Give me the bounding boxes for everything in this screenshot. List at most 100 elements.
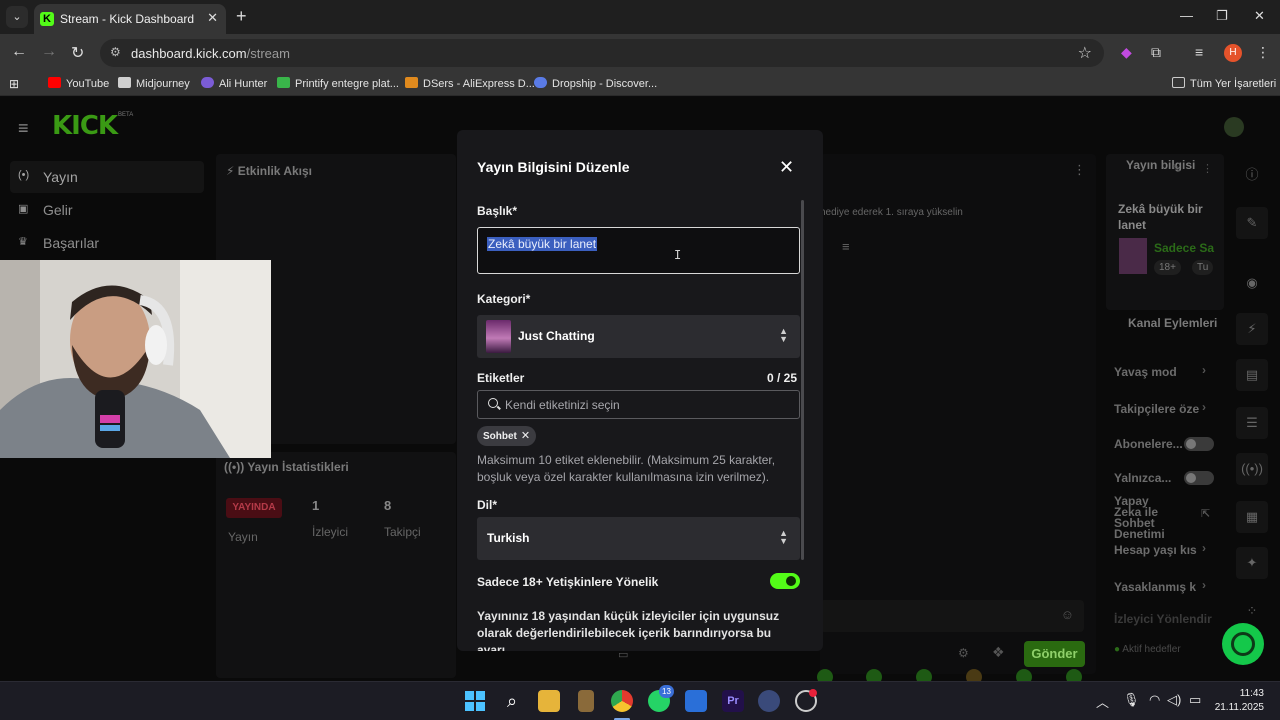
obs-icon[interactable] [758, 690, 780, 712]
stream-stats-panel: ((•)) Yayın İstatistikleri [216, 452, 456, 678]
action-subscribers-only[interactable]: Abonelere... [1114, 437, 1183, 451]
modal-scrollbar[interactable] [801, 200, 804, 560]
chat-gift-icon[interactable]: ❖ [992, 644, 1005, 661]
browser-toolbar: ← → ↻ ⚙ dashboard.kick.com/stream ☆ ◆ ⧉ … [0, 34, 1280, 72]
send-button[interactable]: Gönder [1024, 641, 1085, 667]
close-icon[interactable]: ✕ [779, 157, 794, 178]
action-raid[interactable]: İzleyici Yönlendir [1114, 612, 1212, 626]
category-thumbnail [486, 320, 511, 353]
category-select[interactable]: Just Chatting ▲ ▼ [477, 315, 800, 358]
wrench-icon[interactable]: ✦ [1236, 547, 1268, 579]
media-controls-icon[interactable]: ≡ [1195, 44, 1203, 60]
stream-info-menu-icon[interactable]: ⋮ [1202, 162, 1213, 175]
remove-tag-icon[interactable]: ✕ [521, 430, 530, 442]
chat-filter-icon[interactable]: ≡ [842, 239, 850, 254]
address-bar[interactable]: ⚙ dashboard.kick.com/stream ☆ [100, 39, 1104, 67]
chrome-icon[interactable] [611, 690, 633, 712]
store-icon[interactable] [685, 690, 707, 712]
external-link-icon[interactable]: ⇱ [1201, 507, 1210, 520]
sidebar-item-gelir[interactable]: ▣ Gelir [10, 194, 204, 226]
sidebar-item-basarilar[interactable]: ♛ Başarılar [10, 227, 204, 259]
browser-menu-icon[interactable]: ⋮ [1256, 44, 1270, 61]
emotes-only-toggle[interactable] [1184, 471, 1214, 485]
profile-avatar[interactable]: H [1224, 44, 1242, 62]
site-info-icon[interactable]: ⚙ [110, 45, 121, 59]
bookmark-star-icon[interactable]: ☆ [1078, 43, 1092, 63]
chevron-right-icon[interactable]: › [1202, 400, 1206, 414]
user-avatar[interactable] [1224, 117, 1244, 137]
action-emotes-only[interactable]: Yalnızca... [1114, 471, 1171, 485]
wifi-icon[interactable]: ◠ [1149, 692, 1160, 708]
bookmark-dropship[interactable]: Dropship - Discover... [534, 77, 657, 90]
bookmark-printify[interactable]: Printify entegre plat... [277, 77, 399, 90]
extensions-puzzle-icon[interactable]: ⧉ [1151, 44, 1161, 61]
chat-bubble-icon[interactable]: ☰ [1236, 407, 1268, 439]
premiere-pro-icon[interactable]: Pr [722, 690, 744, 712]
camera-icon[interactable]: ◉ [1236, 267, 1268, 299]
back-icon[interactable]: ← [11, 43, 27, 61]
windows-start-icon[interactable] [464, 690, 486, 712]
extension-icon[interactable]: ◆ [1121, 44, 1132, 61]
language-select[interactable]: Turkish ▲ ▼ [477, 517, 800, 560]
bookmark-ali-hunter[interactable]: Ali Hunter [201, 77, 267, 90]
maximize-icon[interactable]: ❐ [1216, 8, 1228, 24]
search-taskbar-icon[interactable]: ⌕ [501, 690, 523, 712]
broadcast-rail-icon[interactable]: ((•)) [1236, 453, 1268, 485]
info-icon[interactable]: ⓘ [1236, 159, 1268, 191]
support-chat-button[interactable] [1222, 623, 1264, 665]
microphone-icon[interactable]: 🎙 [1123, 692, 1140, 708]
new-tab-icon[interactable]: + [236, 6, 247, 27]
chat-input[interactable]: ☺ [820, 600, 1084, 632]
action-slow-mode[interactable]: Yavaş mod [1114, 365, 1177, 379]
subscribers-only-toggle[interactable] [1184, 437, 1214, 451]
chat-settings-icon[interactable]: ⚙ [958, 646, 969, 660]
bookmark-midjourney[interactable]: Midjourney [118, 77, 190, 90]
tray-overflow-icon[interactable]: ︿ [1096, 692, 1109, 711]
clock[interactable]: 11:43 21.11.2025 [1214, 687, 1264, 715]
tab-close-icon[interactable]: ✕ [207, 10, 218, 26]
action-account-age[interactable]: Hesap yaşı kıs [1114, 543, 1197, 557]
emoji-picker-icon[interactable]: ☺ [1061, 607, 1074, 622]
bookmark-dsers[interactable]: DSers - AliExpress D... [405, 77, 535, 90]
stream-info-panel: Yayın bilgisi ✎ ⋮ Zekâ büyük bir lanet S… [1106, 154, 1224, 310]
apps-grid-icon[interactable]: ⊞ [9, 77, 19, 91]
chat-menu-icon[interactable]: ⋮ [1073, 162, 1086, 178]
action-banned-words[interactable]: Yasaklanmış k [1114, 580, 1196, 594]
document-icon[interactable]: ▤ [1236, 359, 1268, 391]
lightning-icon[interactable]: ⚡ [1236, 313, 1268, 345]
reload-icon[interactable]: ↻ [71, 43, 84, 63]
edit-pencil-icon[interactable]: ✎ [1172, 162, 1181, 175]
minimize-icon[interactable]: — [1180, 8, 1193, 23]
chat-promo-text: hediye ederek 1. sıraya yükselin [820, 207, 963, 218]
dsers-icon [405, 77, 418, 88]
battery-icon[interactable]: ▭ [1189, 692, 1201, 708]
hamburger-menu-icon[interactable]: ≡ [18, 118, 29, 139]
chevron-right-icon[interactable]: › [1202, 363, 1206, 377]
tags-counter: 0 / 25 [767, 371, 798, 385]
tag-search-input[interactable]: Kendi etiketinizi seçin [477, 390, 800, 419]
title-input[interactable]: Zekâ büyük bir lanet I [477, 227, 800, 274]
volume-icon[interactable]: ◁) [1167, 692, 1181, 708]
notepad-icon[interactable] [578, 690, 594, 712]
bookmark-youtube[interactable]: YouTube [48, 77, 109, 90]
active-goals[interactable]: ● Aktif hedefler [1114, 644, 1181, 655]
followers-label: Takipçi [384, 525, 421, 539]
close-window-icon[interactable]: ✕ [1254, 8, 1265, 24]
chevron-right-icon[interactable]: › [1202, 541, 1206, 555]
adult-only-toggle[interactable] [770, 573, 800, 589]
chevron-right-icon[interactable]: › [1202, 578, 1206, 592]
kick-logo[interactable]: KICK [52, 111, 118, 141]
edit-icon[interactable]: ✎ [1236, 207, 1268, 239]
sidebar-item-yayin[interactable]: (•) Yayın [10, 161, 204, 193]
all-bookmarks[interactable]: Tüm Yer İşaretleri [1172, 77, 1276, 90]
layout-icon[interactable]: ▦ [1236, 501, 1268, 533]
action-followers-only[interactable]: Takipçilere öze [1114, 402, 1199, 416]
stream-stats-title: ((•)) Yayın İstatistikleri [224, 460, 349, 474]
tab-search-button[interactable]: ⌄ [6, 6, 28, 28]
browser-tab[interactable]: K Stream - Kick Dashboard ✕ [34, 4, 226, 34]
forward-icon[interactable]: → [41, 43, 57, 61]
action-ai-moderation[interactable]: Yapay Zeka ile Sohbet Denetimi [1114, 495, 1178, 540]
tag-chip-sohbet[interactable]: Sohbet ✕ [477, 426, 537, 446]
notification-dot [809, 689, 817, 697]
file-explorer-icon[interactable] [538, 690, 560, 712]
